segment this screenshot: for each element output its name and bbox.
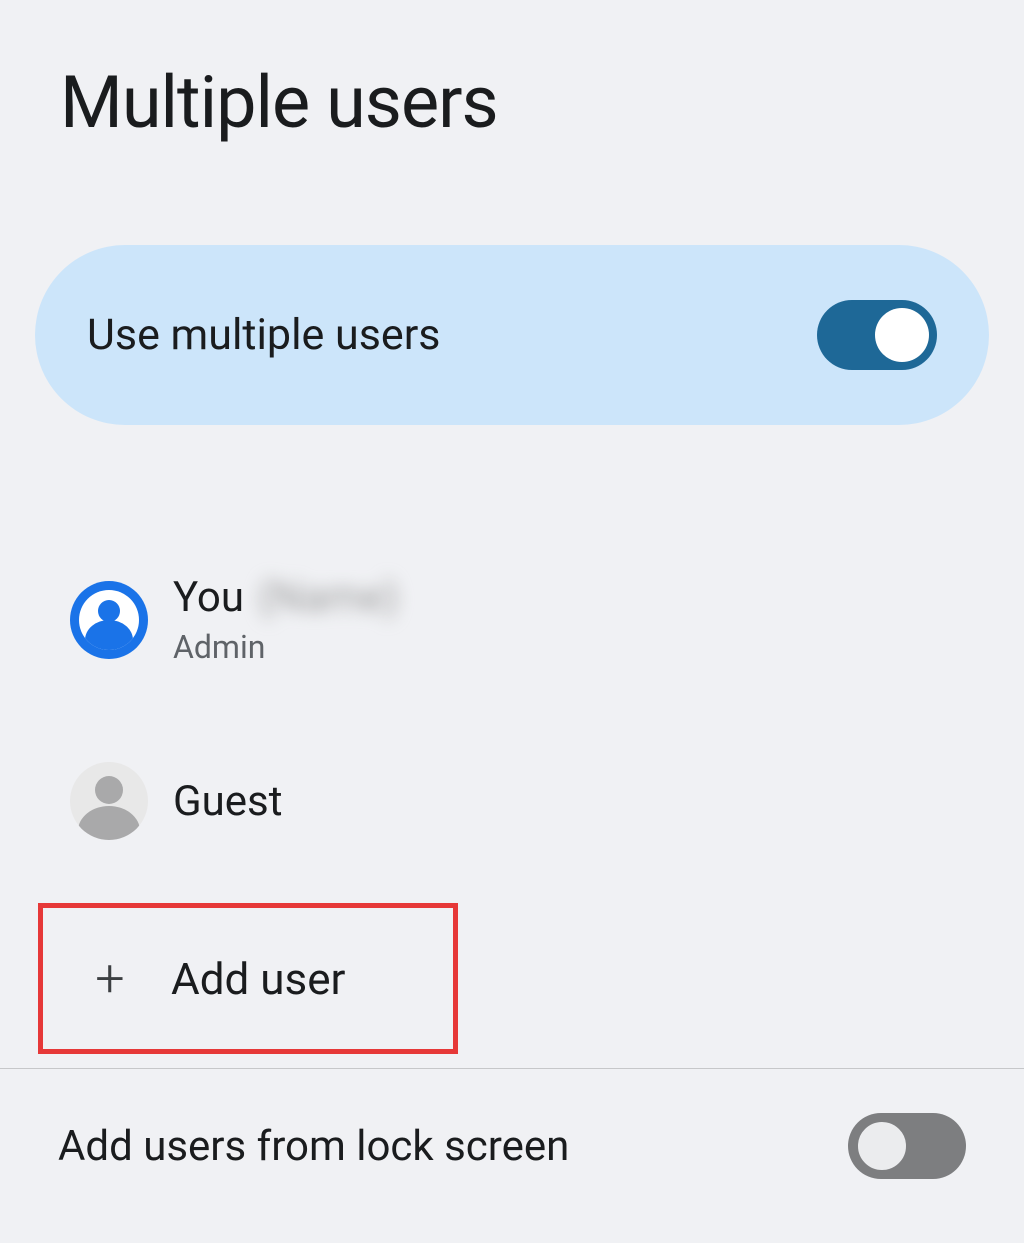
user-name: You — [173, 573, 244, 622]
plus-icon: + — [95, 948, 124, 1009]
use-multiple-users-switch[interactable] — [817, 300, 937, 370]
user-name: Guest — [173, 777, 282, 826]
user-row-guest[interactable]: Guest — [70, 744, 954, 858]
user-row-you[interactable]: You (Name) Admin — [70, 555, 954, 684]
add-user-label: Add user — [171, 953, 345, 1005]
person-icon — [70, 581, 148, 659]
switch-knob — [875, 308, 929, 362]
person-icon — [70, 762, 148, 840]
avatar — [70, 581, 148, 659]
avatar — [70, 762, 148, 840]
use-multiple-users-row[interactable]: Use multiple users — [35, 245, 989, 425]
add-users-lock-screen-row[interactable]: Add users from lock screen — [0, 1069, 1024, 1179]
user-name-extra-blurred: (Name) — [258, 573, 399, 622]
page-title: Multiple users — [0, 0, 1024, 245]
user-list: You (Name) Admin Guest + Add user — [0, 425, 1024, 1054]
add-users-lock-screen-switch[interactable] — [848, 1113, 966, 1179]
add-user-button[interactable]: + Add user — [38, 903, 458, 1054]
use-multiple-users-label: Use multiple users — [87, 310, 440, 360]
user-role: Admin — [173, 628, 399, 666]
add-users-lock-screen-label: Add users from lock screen — [58, 1122, 569, 1171]
switch-knob — [858, 1122, 906, 1170]
